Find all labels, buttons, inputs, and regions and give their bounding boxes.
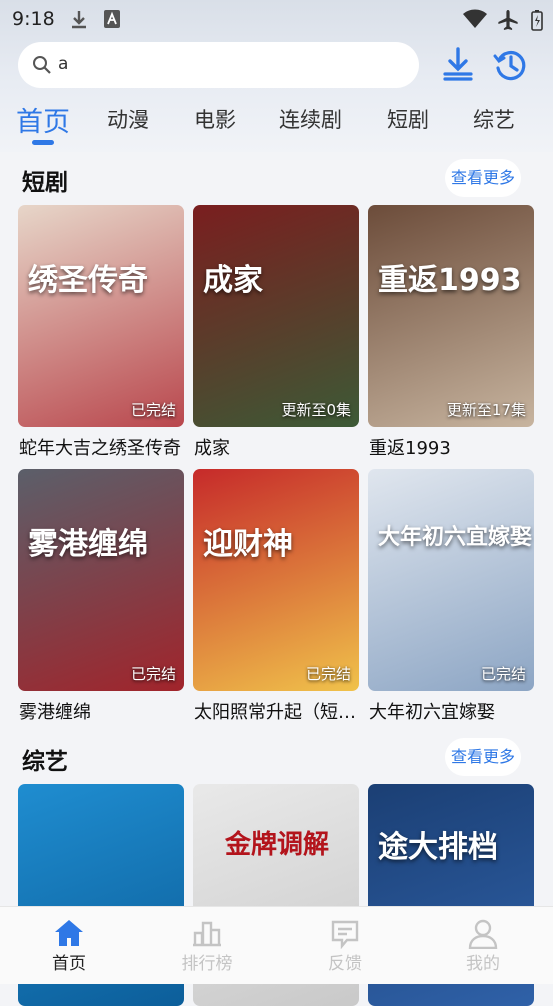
notification-a-icon (104, 10, 120, 28)
status-time: 9:18 (12, 8, 55, 30)
poster-title-art: 大年初六宜嫁娶 (378, 525, 533, 550)
poster-title-art: 途大排档 (378, 830, 498, 865)
poster-title-art: 绣圣传奇 (28, 263, 148, 298)
nav-label: 我的 (466, 954, 500, 974)
nav-label: 反馈 (328, 954, 362, 974)
drama-title: 雾港缠绵 (19, 702, 91, 723)
bottom-navigation: 首页 排行榜 反馈 我的 (0, 906, 553, 984)
poster-title-art: 金牌调解 (225, 830, 330, 860)
status-badge: 已完结 (305, 665, 351, 683)
category-tabs: 首页 动漫 电影 连续剧 短剧 综艺 (0, 100, 553, 146)
active-tab-indicator (32, 140, 54, 145)
drama-title: 大年初六宜嫁娶 (369, 702, 495, 723)
airplane-mode-icon (498, 10, 518, 30)
profile-icon (468, 919, 498, 949)
poster-image: 成家 更新至0集 (193, 205, 359, 427)
section-title-variety: 综艺 (22, 749, 68, 775)
nav-ranking[interactable]: 排行榜 (147, 907, 267, 984)
tab-series[interactable]: 连续剧 (279, 104, 342, 134)
status-bar: 9:18 (0, 0, 553, 38)
download-icon[interactable] (440, 46, 476, 82)
poster-title-art: 重返1993 (378, 263, 522, 298)
drama-title: 太阳照常升起（短剧版） (194, 702, 360, 723)
poster-image: 大年初六宜嫁娶 已完结 (368, 469, 534, 691)
poster-image: 重返1993 更新至17集 (368, 205, 534, 427)
drama-title: 蛇年大吉之绣圣传奇 (19, 438, 181, 459)
home-icon (55, 920, 83, 946)
tab-home[interactable]: 首页 (16, 100, 70, 139)
tab-anime[interactable]: 动漫 (107, 104, 149, 134)
status-badge: 已完结 (130, 665, 176, 683)
history-icon[interactable] (492, 46, 530, 84)
tab-short-drama[interactable]: 短剧 (387, 104, 429, 134)
status-badge: 已完结 (480, 665, 526, 683)
search-icon (33, 56, 51, 74)
view-more-button[interactable]: 查看更多 (445, 738, 521, 776)
drama-title: 成家 (194, 438, 230, 459)
poster-title-art: 成家 (203, 263, 263, 298)
nav-feedback[interactable]: 反馈 (285, 907, 405, 984)
status-badge: 更新至17集 (446, 401, 526, 419)
drama-title: 重返1993 (369, 438, 451, 459)
poster-title-art: 雾港缠绵 (28, 527, 148, 562)
feedback-icon (331, 920, 359, 949)
nav-label: 首页 (52, 954, 86, 974)
search-input[interactable]: a (58, 54, 68, 74)
poster-image: 雾港缠绵 已完结 (18, 469, 184, 691)
battery-icon (531, 10, 543, 31)
nav-label: 排行榜 (181, 954, 233, 974)
poster-title-art: 迎财神 (203, 527, 293, 562)
chart-icon (193, 921, 221, 947)
status-badge: 已完结 (130, 401, 176, 419)
tab-variety[interactable]: 综艺 (473, 104, 515, 134)
poster-image: 迎财神 已完结 (193, 469, 359, 691)
wifi-icon (463, 9, 487, 28)
poster-image: 绣圣传奇 已完结 (18, 205, 184, 427)
view-more-button[interactable]: 查看更多 (445, 159, 521, 197)
download-status-icon (72, 11, 86, 29)
nav-home[interactable]: 首页 (9, 907, 129, 984)
search-bar[interactable]: a (18, 42, 419, 88)
nav-profile[interactable]: 我的 (423, 907, 543, 984)
tab-movies[interactable]: 电影 (194, 104, 236, 134)
status-badge: 更新至0集 (281, 401, 351, 419)
section-title-short-drama: 短剧 (22, 170, 68, 196)
